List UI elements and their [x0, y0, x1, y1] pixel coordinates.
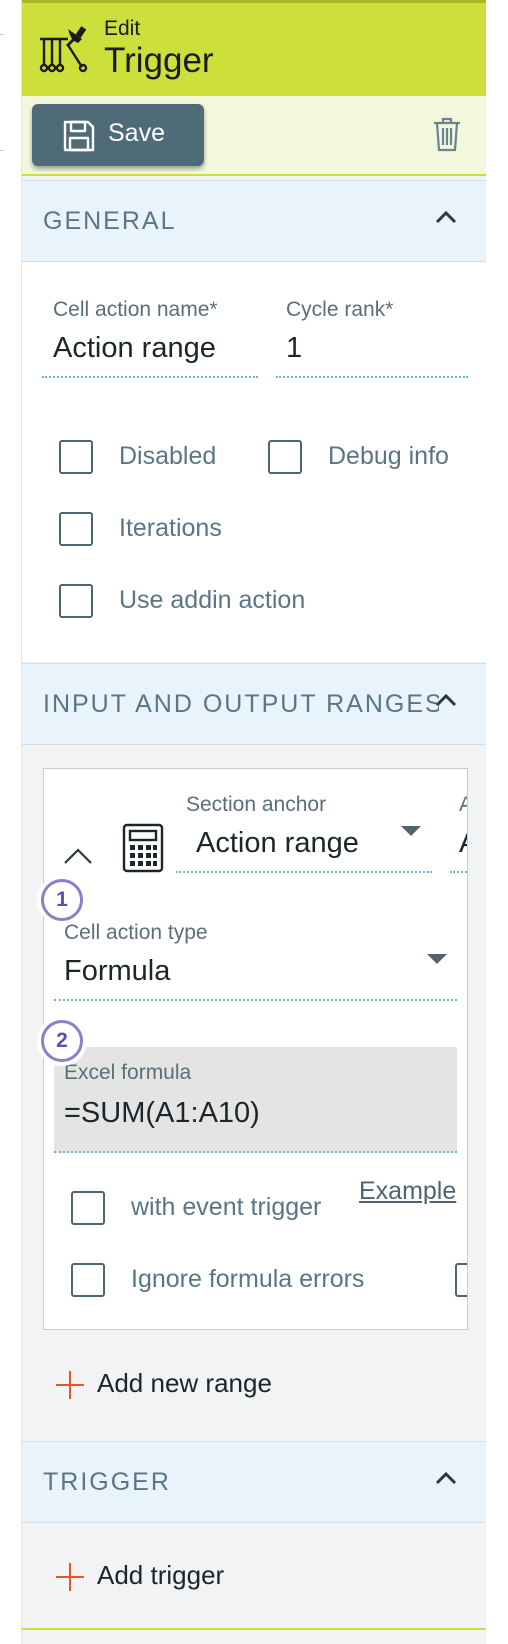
disabled-checkbox[interactable]: [59, 440, 93, 474]
section-header-trigger[interactable]: TRIGGER: [22, 1441, 486, 1523]
panel-header: Edit Trigger: [22, 0, 486, 96]
cell-action-type-underline: [54, 999, 457, 1001]
cycle-rank-label: Cycle rank*: [286, 298, 394, 321]
section-anchor-label: Section anchor: [186, 793, 327, 816]
debug-info-checkbox[interactable]: [268, 440, 302, 474]
bottom-accent-line: [22, 1628, 486, 1630]
save-label: Save: [108, 119, 165, 147]
trigger-tool-icon: [39, 26, 88, 73]
excel-formula-field[interactable]: Excel formula =SUM(A1:A10): [54, 1047, 457, 1153]
add-new-range-button[interactable]: Add new range: [55, 1364, 355, 1404]
cycle-rank-input[interactable]: 1: [286, 332, 302, 365]
edit-trigger-panel: Edit Trigger Save GENERAL Cell action na…: [22, 0, 486, 1644]
left-window-edge: [0, 0, 22, 1644]
dropdown-arrow-icon[interactable]: [426, 953, 448, 965]
range-card: Section anchor Action range Ali Ac Cell …: [43, 768, 468, 1330]
excel-formula-label: Excel formula: [64, 1061, 192, 1084]
example-link[interactable]: Example: [359, 1177, 456, 1206]
toolbar: Save: [22, 96, 486, 176]
with-event-trigger-checkbox[interactable]: [71, 1191, 105, 1225]
section-header-ranges[interactable]: INPUT AND OUTPUT RANGES: [22, 663, 486, 745]
plus-icon: [56, 1563, 84, 1591]
section-title-general: GENERAL: [43, 207, 177, 235]
chevron-up-icon[interactable]: [434, 209, 458, 225]
add-trigger-label: Add trigger: [97, 1560, 225, 1590]
chevron-up-icon[interactable]: [434, 1470, 458, 1486]
add-trigger-button[interactable]: Add trigger: [55, 1556, 355, 1596]
step-badge-2: 2: [41, 1020, 83, 1062]
chevron-up-icon[interactable]: [62, 847, 94, 865]
calculator-icon: [122, 823, 164, 873]
cell-action-type-select[interactable]: Formula: [64, 955, 170, 988]
section-anchor-select[interactable]: Action range: [196, 827, 359, 860]
dropdown-arrow-icon[interactable]: [400, 825, 422, 837]
general-section-body: Cell action name* Action range Cycle ran…: [22, 262, 486, 662]
with-event-trigger-label: with event trigger: [131, 1193, 322, 1221]
cycle-rank-underline: [276, 376, 468, 378]
chevron-up-icon[interactable]: [434, 692, 458, 708]
cell-action-name-input[interactable]: Action range: [53, 332, 216, 365]
iterations-checkbox[interactable]: [59, 512, 93, 546]
section-title-trigger: TRIGGER: [43, 1468, 171, 1496]
ignore-formula-errors-checkbox[interactable]: [71, 1263, 105, 1297]
save-button[interactable]: Save: [32, 104, 204, 166]
right-margin: [486, 0, 508, 1644]
disabled-label: Disabled: [119, 442, 217, 470]
alias-underline: [450, 871, 467, 873]
cell-action-name-label: Cell action name*: [53, 298, 218, 321]
section-header-general[interactable]: GENERAL: [22, 180, 486, 262]
use-addin-action-label: Use addin action: [119, 586, 306, 614]
iterations-label: Iterations: [119, 514, 222, 542]
use-addin-action-checkbox[interactable]: [59, 584, 93, 618]
debug-info-label: Debug info: [328, 442, 449, 470]
alias-label: Ali: [459, 793, 467, 817]
excel-formula-input[interactable]: =SUM(A1:A10): [64, 1097, 260, 1130]
section-anchor-underline: [176, 871, 432, 873]
ignore-formula-errors-label: Ignore formula errors: [131, 1265, 365, 1293]
step-badge-1: 1: [41, 879, 83, 921]
floppy-disk-icon: [63, 120, 95, 152]
trash-icon[interactable]: [432, 116, 462, 152]
cell-action-type-label: Cell action type: [64, 921, 208, 944]
add-new-range-label: Add new range: [97, 1368, 272, 1398]
header-title: Trigger: [104, 41, 214, 80]
cut-off-checkbox[interactable]: [455, 1263, 467, 1297]
header-edit-label: Edit: [104, 17, 141, 40]
plus-icon: [56, 1371, 84, 1399]
alias-input[interactable]: Ac: [459, 827, 467, 860]
cell-action-name-underline: [42, 376, 258, 378]
section-title-ranges: INPUT AND OUTPUT RANGES: [43, 690, 439, 718]
